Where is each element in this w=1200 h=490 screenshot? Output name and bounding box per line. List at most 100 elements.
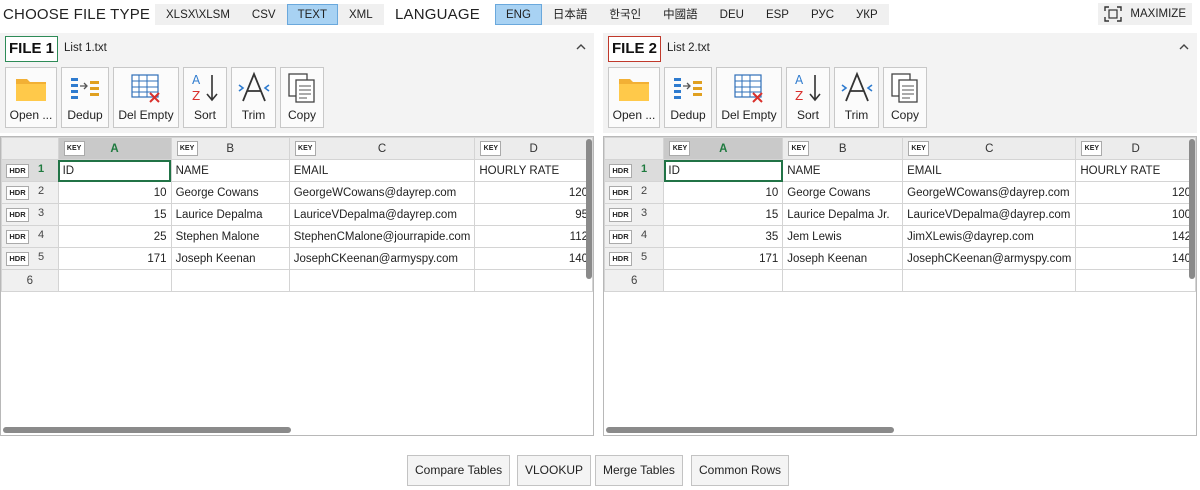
row-header[interactable]: HDR 5 [604, 247, 665, 270]
file-type-xml[interactable]: XML [337, 4, 384, 25]
grid-cell[interactable]: 120 [1075, 181, 1196, 204]
language-kor[interactable]: 한국인 [598, 4, 653, 25]
grid-cell[interactable]: 171 [57, 247, 172, 270]
grid-cell[interactable]: JosephCKeenan@armyspy.com [902, 247, 1077, 270]
language-chn[interactable]: 中國語 [652, 4, 709, 25]
chevron-up-icon[interactable] [574, 40, 588, 54]
trim-button[interactable]: Trim [834, 67, 879, 128]
vlookup-button[interactable]: VLOOKUP [517, 455, 592, 486]
grid-cell[interactable]: George Cowans [782, 181, 904, 204]
column-header-d[interactable]: KEY D [474, 137, 593, 160]
header-toggle-button[interactable]: HDR [609, 230, 632, 244]
grid-cell[interactable]: NAME [170, 159, 290, 182]
row-header[interactable]: HDR 2 [604, 181, 665, 204]
key-toggle-button[interactable]: KEY [788, 141, 810, 156]
header-toggle-button[interactable]: HDR [609, 208, 632, 222]
grid-cell[interactable]: HOURLY RATE [474, 159, 593, 182]
grid-cell[interactable] [663, 269, 784, 292]
row-header[interactable]: HDR 3 [604, 203, 665, 226]
file-type-xlsx[interactable]: XLSX\XLSM [155, 4, 241, 25]
grid-cell[interactable]: 140 [474, 247, 593, 270]
grid-cell[interactable]: ID [57, 159, 172, 182]
file-type-text[interactable]: TEXT [286, 4, 338, 25]
header-toggle-button[interactable]: HDR [6, 208, 29, 222]
header-toggle-button[interactable]: HDR [6, 186, 29, 200]
grid-cell[interactable]: 25 [57, 225, 172, 248]
key-toggle-button[interactable]: KEY [294, 141, 316, 156]
header-toggle-button[interactable]: HDR [609, 252, 632, 266]
language-rus[interactable]: РУС [799, 4, 845, 25]
delete-empty-button[interactable]: Del Empty [716, 67, 782, 128]
row-header[interactable]: HDR 1 [1, 159, 59, 182]
row-header[interactable]: HDR 2 [1, 181, 59, 204]
folder-button[interactable]: Open ... [608, 67, 660, 128]
maximize-button[interactable]: MAXIMIZE [1098, 3, 1192, 25]
key-toggle-button[interactable]: KEY [1081, 141, 1103, 156]
vertical-scrollbar[interactable] [586, 139, 592, 279]
grid-cell[interactable] [170, 269, 290, 292]
grid-cell[interactable]: 15 [57, 203, 172, 226]
grid-cell[interactable]: LauriceVDepalma@dayrep.com [902, 203, 1077, 226]
row-header[interactable]: HDR 1 [604, 159, 665, 182]
select-all-corner[interactable] [604, 137, 665, 160]
grid-cell[interactable]: NAME [782, 159, 904, 182]
grid-cell[interactable] [474, 269, 593, 292]
grid-cell[interactable]: Joseph Keenan [782, 247, 904, 270]
key-toggle-button[interactable]: KEY [480, 141, 502, 156]
row-header[interactable]: HDR 4 [1, 225, 59, 248]
sort-button[interactable]: A Z Sort [183, 67, 227, 128]
row-header[interactable]: HDR 5 [1, 247, 59, 270]
sort-button[interactable]: A Z Sort [786, 67, 830, 128]
grid-cell[interactable]: GeorgeWCowans@dayrep.com [902, 181, 1077, 204]
horizontal-scrollbar[interactable] [606, 427, 894, 433]
language-ukr[interactable]: УКР [845, 4, 889, 25]
grid-cell[interactable]: 171 [663, 247, 784, 270]
grid-cell[interactable] [57, 269, 172, 292]
vertical-scrollbar[interactable] [1189, 139, 1195, 279]
select-all-corner[interactable] [1, 137, 59, 160]
grid-cell[interactable]: StephenCMalone@jourrapide.com [288, 225, 476, 248]
key-toggle-button[interactable]: KEY [176, 141, 198, 156]
grid-cell[interactable]: 140 [1075, 247, 1196, 270]
grid-cell[interactable]: LauriceVDepalma@dayrep.com [288, 203, 476, 226]
column-header-b[interactable]: KEY B [170, 137, 290, 160]
delete-empty-button[interactable]: Del Empty [113, 67, 179, 128]
header-toggle-button[interactable]: HDR [6, 230, 29, 244]
grid-cell[interactable]: 10 [663, 181, 784, 204]
language-deu[interactable]: DEU [708, 4, 755, 25]
grid-cell[interactable]: EMAIL [288, 159, 476, 182]
horizontal-scrollbar[interactable] [3, 427, 291, 433]
grid-cell[interactable] [288, 269, 476, 292]
grid-cell[interactable]: Joseph Keenan [170, 247, 290, 270]
data-grid[interactable]: KEY A KEY B KEY C KEY D HDR 1 ID NAME EMAIL HOURLY RA… [0, 136, 594, 436]
grid-cell[interactable]: Laurice Depalma [170, 203, 290, 226]
language-jpn[interactable]: 日本語 [541, 4, 599, 25]
grid-cell[interactable]: 95 [474, 203, 593, 226]
copy-button[interactable]: Copy [280, 67, 324, 128]
chevron-up-icon[interactable] [1177, 40, 1191, 54]
grid-cell[interactable]: Stephen Malone [170, 225, 290, 248]
merge-tables-button[interactable]: Merge Tables [595, 455, 683, 486]
header-toggle-button[interactable]: HDR [6, 164, 29, 178]
key-toggle-button[interactable]: KEY [669, 141, 691, 156]
row-header[interactable]: 6 [604, 269, 665, 292]
column-header-b[interactable]: KEY B [782, 137, 904, 160]
row-header[interactable]: HDR 4 [604, 225, 665, 248]
grid-cell[interactable]: HOURLY RATE [1075, 159, 1196, 182]
grid-cell[interactable]: JimXLewis@dayrep.com [902, 225, 1077, 248]
grid-cell[interactable]: ID [663, 159, 784, 182]
header-toggle-button[interactable]: HDR [6, 252, 29, 266]
grid-cell[interactable]: 100 [1075, 203, 1196, 226]
file-type-csv[interactable]: CSV [240, 4, 287, 25]
folder-button[interactable]: Open ... [5, 67, 57, 128]
column-header-c[interactable]: KEY C [902, 137, 1077, 160]
data-grid[interactable]: KEY A KEY B KEY C KEY D HDR 1 ID NAME EMAIL HOURLY RA… [603, 136, 1197, 436]
grid-cell[interactable]: EMAIL [902, 159, 1077, 182]
key-toggle-button[interactable]: KEY [908, 141, 930, 156]
key-toggle-button[interactable]: KEY [63, 141, 85, 156]
grid-cell[interactable]: 35 [663, 225, 784, 248]
dedup-button[interactable]: Dedup [664, 67, 712, 128]
grid-cell[interactable]: 142 [1075, 225, 1196, 248]
grid-cell[interactable] [782, 269, 904, 292]
grid-cell[interactable]: GeorgeWCowans@dayrep.com [288, 181, 476, 204]
